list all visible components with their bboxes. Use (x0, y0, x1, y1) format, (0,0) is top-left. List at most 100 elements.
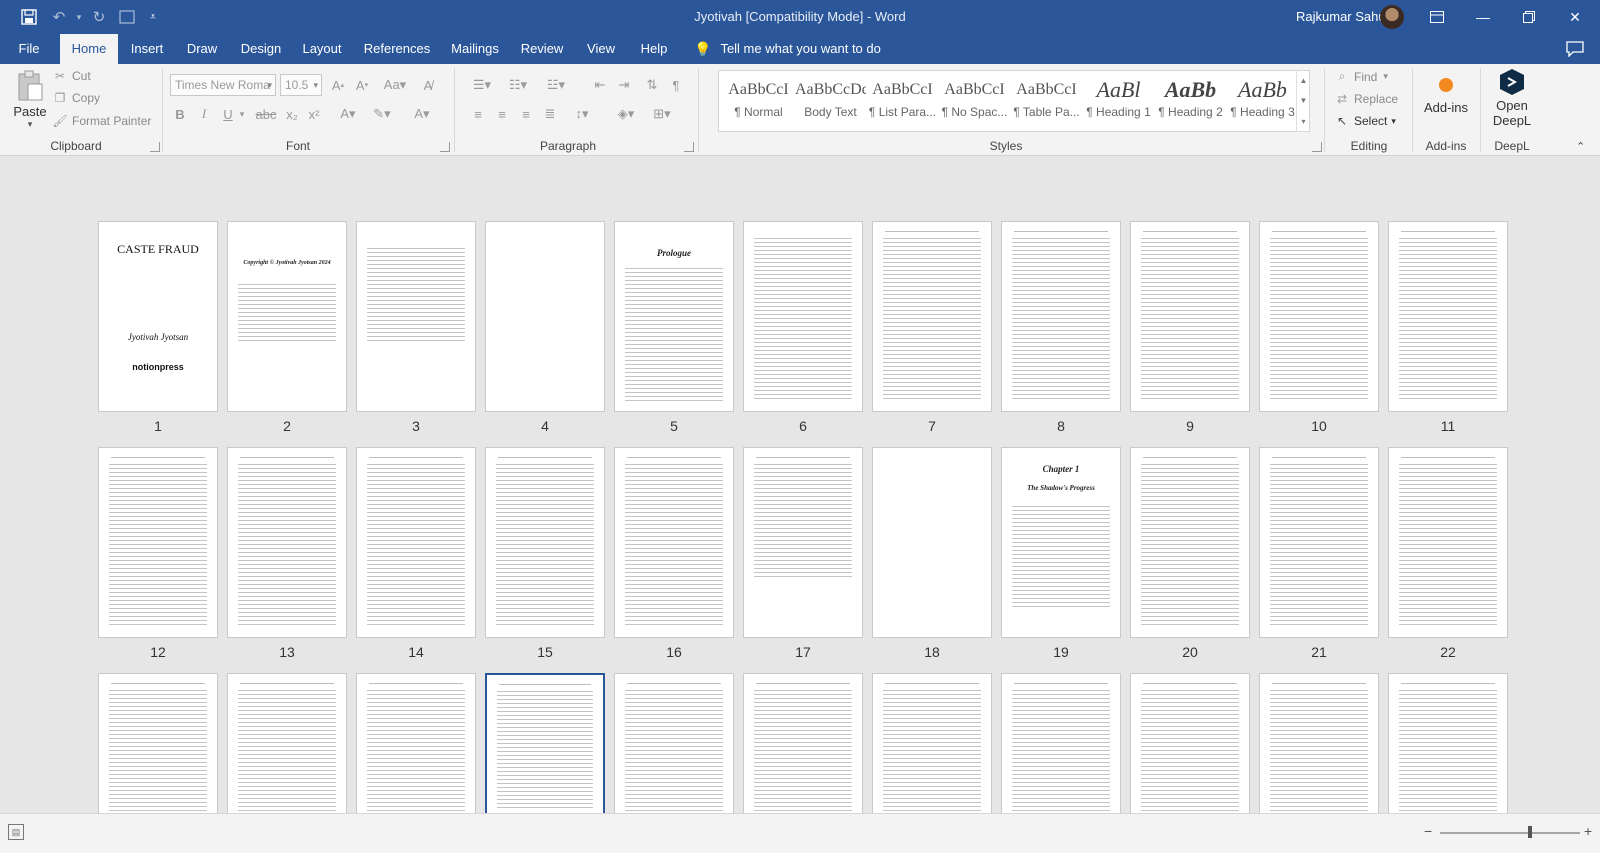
style-heading-2[interactable]: AaBb ¶ Heading 2 (1155, 75, 1226, 129)
justify-icon[interactable]: ≣ (540, 104, 560, 124)
page-thumbnail[interactable] (872, 673, 992, 813)
undo-icon[interactable]: ↶ (48, 6, 70, 28)
user-name[interactable]: Rajkumar Sahu (1296, 9, 1386, 24)
page-thumbnail[interactable] (1001, 673, 1121, 813)
zoom-slider[interactable] (1440, 832, 1580, 834)
page-thumbnail[interactable] (227, 447, 347, 638)
page-thumbnail[interactable] (1259, 673, 1379, 813)
redo-icon[interactable]: ↻ (88, 6, 110, 28)
page-thumbnail[interactable] (743, 673, 863, 813)
font-color-icon[interactable]: A▾ (408, 104, 436, 124)
bullets-icon[interactable]: ☰▾ (470, 75, 494, 95)
open-deepl-button[interactable]: Open DeepL (1484, 68, 1540, 134)
page-thumbnail[interactable] (1130, 447, 1250, 638)
page-thumbnail[interactable] (485, 221, 605, 412)
page-thumbnail-selected[interactable] (485, 673, 605, 813)
tab-insert[interactable]: Insert (124, 34, 170, 64)
tab-layout[interactable]: Layout (296, 34, 348, 64)
document-stats-icon[interactable]: ▤ (8, 824, 24, 840)
clipboard-launcher-icon[interactable] (150, 142, 160, 152)
touch-mode-icon[interactable] (116, 6, 138, 28)
style-heading-1[interactable]: AaBl ¶ Heading 1 (1083, 75, 1154, 129)
style-table-paragraph[interactable]: AaBbCcI ¶ Table Pa... (1011, 75, 1082, 129)
page-thumbnail[interactable] (356, 221, 476, 412)
page-thumbnail[interactable]: CASTE FRAUD Jyotivah Jyotsan notionpress (98, 221, 218, 412)
change-case-icon[interactable]: Aa▾ (380, 75, 410, 95)
tab-references[interactable]: References (360, 34, 434, 64)
restore-icon[interactable] (1506, 0, 1552, 34)
page-thumbnail[interactable]: Chapter 1 The Shadow's Progress (1001, 447, 1121, 638)
underline-icon[interactable]: U (218, 104, 238, 124)
zoom-out-icon[interactable]: − (1424, 823, 1432, 839)
cut-button[interactable]: ✂ Cut (52, 69, 91, 83)
shrink-font-icon[interactable]: A ▾ (352, 75, 372, 95)
tab-design[interactable]: Design (234, 34, 288, 64)
chevron-up-icon[interactable]: ▲ (1300, 76, 1308, 85)
more-styles-icon[interactable]: ▾ (1301, 117, 1305, 126)
page-thumbnail[interactable] (1388, 673, 1508, 813)
italic-icon[interactable]: I (194, 104, 214, 124)
page-thumbnail[interactable] (1130, 673, 1250, 813)
font-launcher-icon[interactable] (440, 142, 450, 152)
styles-gallery-scroll[interactable]: ▲ ▼ ▾ (1296, 70, 1310, 132)
find-button[interactable]: ⌕ Find ▾ (1334, 69, 1388, 84)
zoom-in-icon[interactable]: + (1584, 823, 1592, 839)
style-no-spacing[interactable]: AaBbCcI ¶ No Spac... (939, 75, 1010, 129)
sort-icon[interactable]: ⇅ (642, 75, 662, 95)
align-center-icon[interactable]: ≡ (492, 104, 512, 124)
highlight-icon[interactable]: ✎▾ (368, 104, 396, 124)
page-thumbnail[interactable] (614, 447, 734, 638)
tab-view[interactable]: View (580, 34, 622, 64)
page-thumbnail[interactable] (872, 447, 992, 638)
page-thumbnail[interactable] (227, 673, 347, 813)
page-thumbnail[interactable] (485, 447, 605, 638)
clear-formatting-icon[interactable]: A̸ (418, 75, 438, 95)
page-thumbnail[interactable] (1001, 221, 1121, 412)
page-thumbnail[interactable]: Copyright © Jyotivah Jyotsan 2024 (227, 221, 347, 412)
page-thumbnail[interactable] (356, 673, 476, 813)
tab-draw[interactable]: Draw (180, 34, 224, 64)
minimize-icon[interactable]: — (1460, 0, 1506, 34)
page-thumbnail[interactable] (98, 447, 218, 638)
numbering-icon[interactable]: ☷▾ (506, 75, 530, 95)
select-button[interactable]: ↖ Select ▾ (1334, 114, 1396, 128)
collapse-ribbon-icon[interactable]: ⌃ (1576, 140, 1585, 153)
tab-file[interactable]: File (8, 34, 50, 64)
tell-me-search[interactable]: 💡 Tell me what you want to do (694, 34, 881, 64)
page-thumbnail[interactable] (1259, 221, 1379, 412)
paragraph-launcher-icon[interactable] (684, 142, 694, 152)
ribbon-display-options-icon[interactable] (1414, 0, 1460, 34)
align-right-icon[interactable]: ≡ (516, 104, 536, 124)
strikethrough-icon[interactable]: abc (256, 104, 277, 124)
tab-mailings[interactable]: Mailings (446, 34, 504, 64)
document-pages-view[interactable]: CASTE FRAUD Jyotivah Jyotsan notionpress… (0, 157, 1600, 813)
page-thumbnail[interactable] (98, 673, 218, 813)
tab-home[interactable]: Home (60, 34, 118, 64)
page-thumbnail[interactable] (1388, 447, 1508, 638)
tab-review[interactable]: Review (516, 34, 568, 64)
style-list-paragraph[interactable]: AaBbCcI ¶ List Para... (867, 75, 938, 129)
text-effects-icon[interactable]: A▾ (334, 104, 362, 124)
copy-button[interactable]: ❐ Copy (52, 91, 100, 105)
decrease-indent-icon[interactable]: ⇤ (590, 75, 610, 95)
tab-help[interactable]: Help (634, 34, 674, 64)
replace-button[interactable]: ⇄ Replace (1334, 92, 1398, 106)
comments-icon[interactable] (1564, 38, 1586, 60)
styles-launcher-icon[interactable] (1312, 142, 1322, 152)
customize-qat-icon[interactable]: ⩡ (146, 6, 160, 28)
page-thumbnail[interactable] (872, 221, 992, 412)
page-thumbnail[interactable] (614, 673, 734, 813)
page-thumbnail[interactable] (743, 221, 863, 412)
show-formatting-icon[interactable]: ¶ (666, 75, 686, 95)
save-icon[interactable] (18, 6, 40, 28)
zoom-slider-thumb[interactable] (1528, 826, 1532, 838)
page-thumbnail[interactable] (356, 447, 476, 638)
style-body-text[interactable]: AaBbCcDc Body Text (795, 75, 866, 129)
font-size-combo[interactable]: 10.5 ▾ (280, 74, 322, 96)
multilevel-list-icon[interactable]: ☳▾ (544, 75, 568, 95)
page-thumbnail[interactable]: Prologue (614, 221, 734, 412)
page-thumbnail[interactable] (1388, 221, 1508, 412)
page-thumbnail[interactable] (1130, 221, 1250, 412)
bold-icon[interactable]: B (170, 104, 190, 124)
borders-icon[interactable]: ⊞▾ (648, 104, 676, 124)
